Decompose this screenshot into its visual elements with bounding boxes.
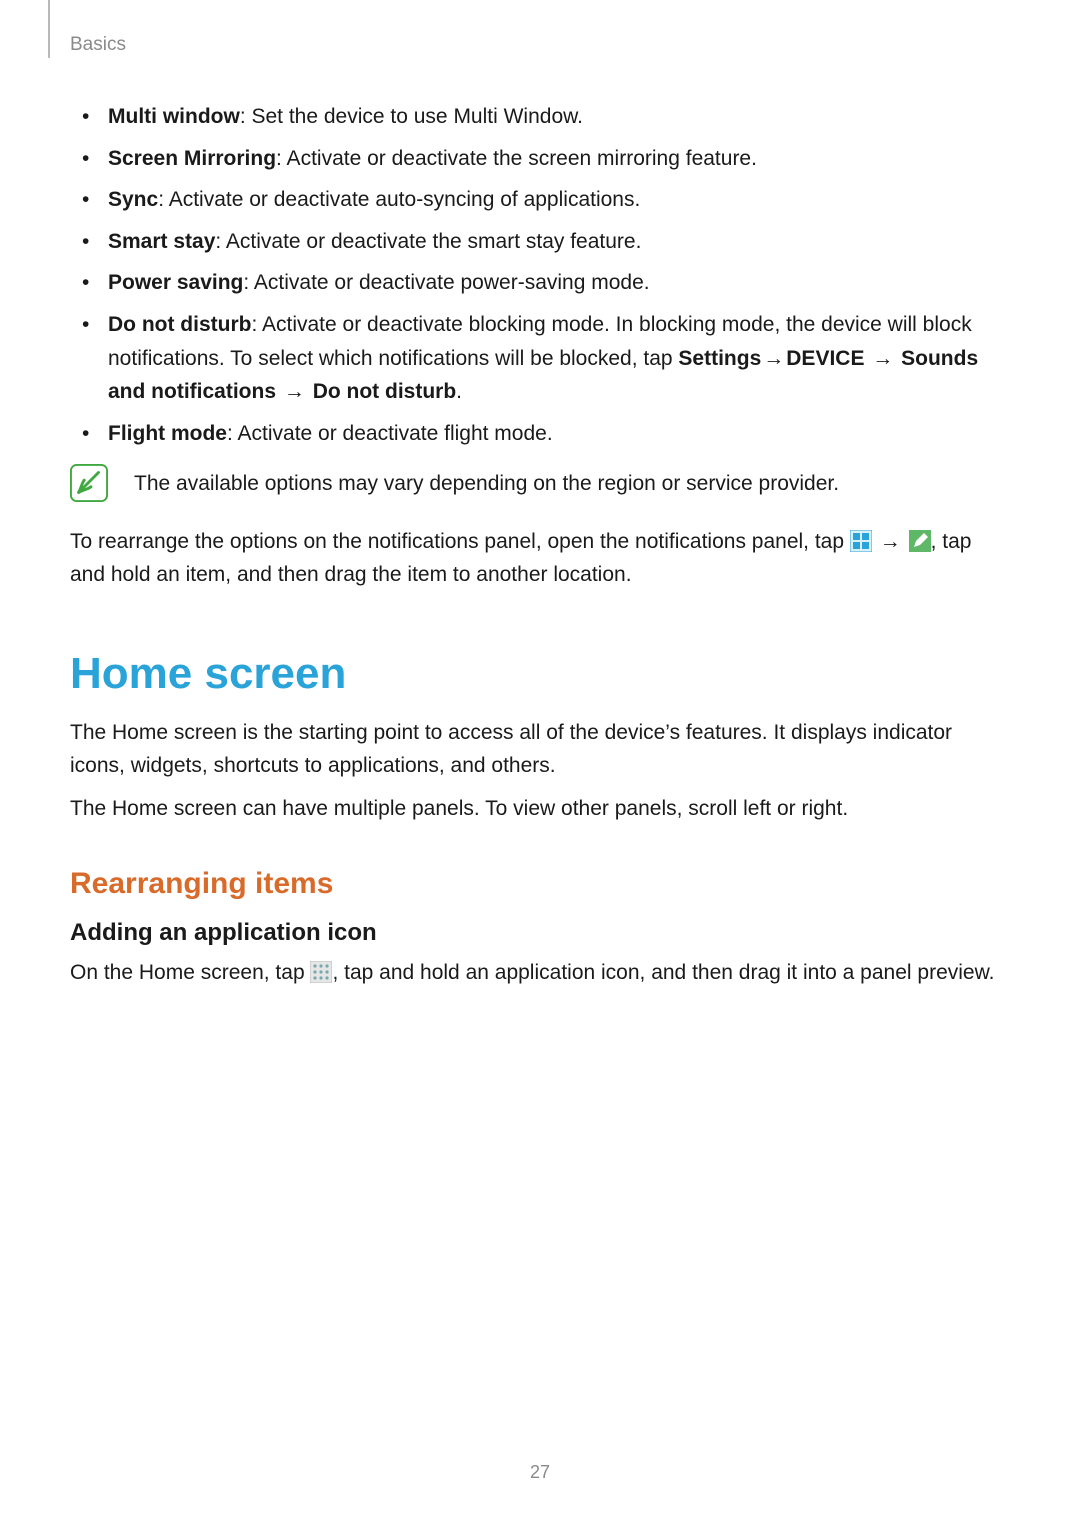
feature-list: Multi window: Set the device to use Mult… [70, 100, 1010, 450]
list-item: Flight mode: Activate or deactivate flig… [100, 417, 1010, 451]
add-icon-pre: On the Home screen, tap [70, 961, 310, 984]
desc: : Activate or deactivate auto-syncing of… [158, 188, 640, 211]
arrow-icon: → [870, 347, 895, 370]
arrow-icon: → [282, 380, 307, 403]
list-item: Sync: Activate or deactivate auto-syncin… [100, 183, 1010, 217]
desc: : Activate or deactivate flight mode. [227, 422, 553, 445]
add-icon-post: , tap and hold an application icon, and … [332, 961, 994, 984]
home-p2: The Home screen can have multiple panels… [70, 793, 1010, 826]
dnd-tail: . [456, 380, 462, 403]
rearrange-pre: To rearrange the options on the notifica… [70, 530, 850, 553]
term: Smart stay [108, 230, 215, 253]
note-callout: The available options may vary depending… [70, 464, 1010, 502]
page-number: 27 [0, 1462, 1080, 1483]
dnd-path4: Do not disturb [313, 380, 456, 403]
rearrange-paragraph: To rearrange the options on the notifica… [70, 526, 1010, 591]
term: Screen Mirroring [108, 147, 276, 170]
home-p1: The Home screen is the starting point to… [70, 717, 1010, 782]
running-header: Basics [70, 34, 126, 56]
dnd-path1: Settings [678, 347, 761, 370]
list-item-dnd: Do not disturb: Activate or deactivate b… [100, 308, 1010, 409]
desc: : Set the device to use Multi Window. [240, 105, 583, 128]
arrow-icon: → [878, 530, 903, 553]
heading-home-screen: Home screen [70, 649, 1010, 699]
add-icon-paragraph: On the Home screen, tap , tap and hold a… [70, 957, 1010, 990]
page-content: Multi window: Set the device to use Mult… [70, 100, 1010, 1000]
term: Do not disturb [108, 313, 251, 336]
desc: : Activate or deactivate the screen mirr… [276, 147, 757, 170]
term: Sync [108, 188, 158, 211]
note-icon [70, 464, 108, 502]
arrow-icon: → [761, 347, 786, 370]
term: Power saving [108, 271, 243, 294]
edit-pencil-icon [909, 530, 931, 552]
note-text: The available options may vary depending… [134, 468, 839, 500]
dnd-path2: DEVICE [786, 347, 864, 370]
term: Multi window [108, 105, 240, 128]
heading-adding-app-icon: Adding an application icon [70, 919, 1010, 947]
header-divider [48, 0, 50, 58]
apps-grid-icon [310, 961, 332, 983]
list-item: Screen Mirroring: Activate or deactivate… [100, 142, 1010, 176]
heading-rearranging-items: Rearranging items [70, 867, 1010, 901]
grid-panel-icon [850, 530, 872, 552]
term: Flight mode [108, 422, 227, 445]
list-item: Power saving: Activate or deactivate pow… [100, 266, 1010, 300]
desc: : Activate or deactivate power-saving mo… [243, 271, 649, 294]
list-item: Multi window: Set the device to use Mult… [100, 100, 1010, 134]
desc: : Activate or deactivate the smart stay … [215, 230, 641, 253]
list-item: Smart stay: Activate or deactivate the s… [100, 225, 1010, 259]
